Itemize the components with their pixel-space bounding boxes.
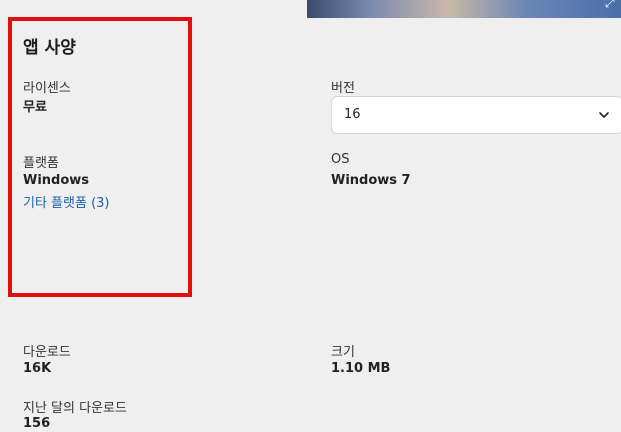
version-selected-value: 16 [344,107,361,122]
expand-icon[interactable]: ⤢ [605,0,619,10]
downloads-label: 다운로드 [23,345,71,360]
size-value: 1.10 MB [331,361,391,376]
version-label: 버전 [331,81,355,96]
os-label: OS [331,152,350,167]
size-label: 크기 [331,345,355,360]
downloads-value: 16K [23,361,52,376]
last-month-downloads-value: 156 [23,416,51,431]
os-value: Windows 7 [331,173,411,188]
version-select[interactable]: 16 [331,96,621,134]
highlight-box [8,17,192,297]
app-screenshot-thumbnail[interactable]: ⤢ [307,0,621,18]
chevron-down-icon [599,112,609,118]
last-month-downloads-label: 지난 달의 다운로드 [23,401,127,416]
